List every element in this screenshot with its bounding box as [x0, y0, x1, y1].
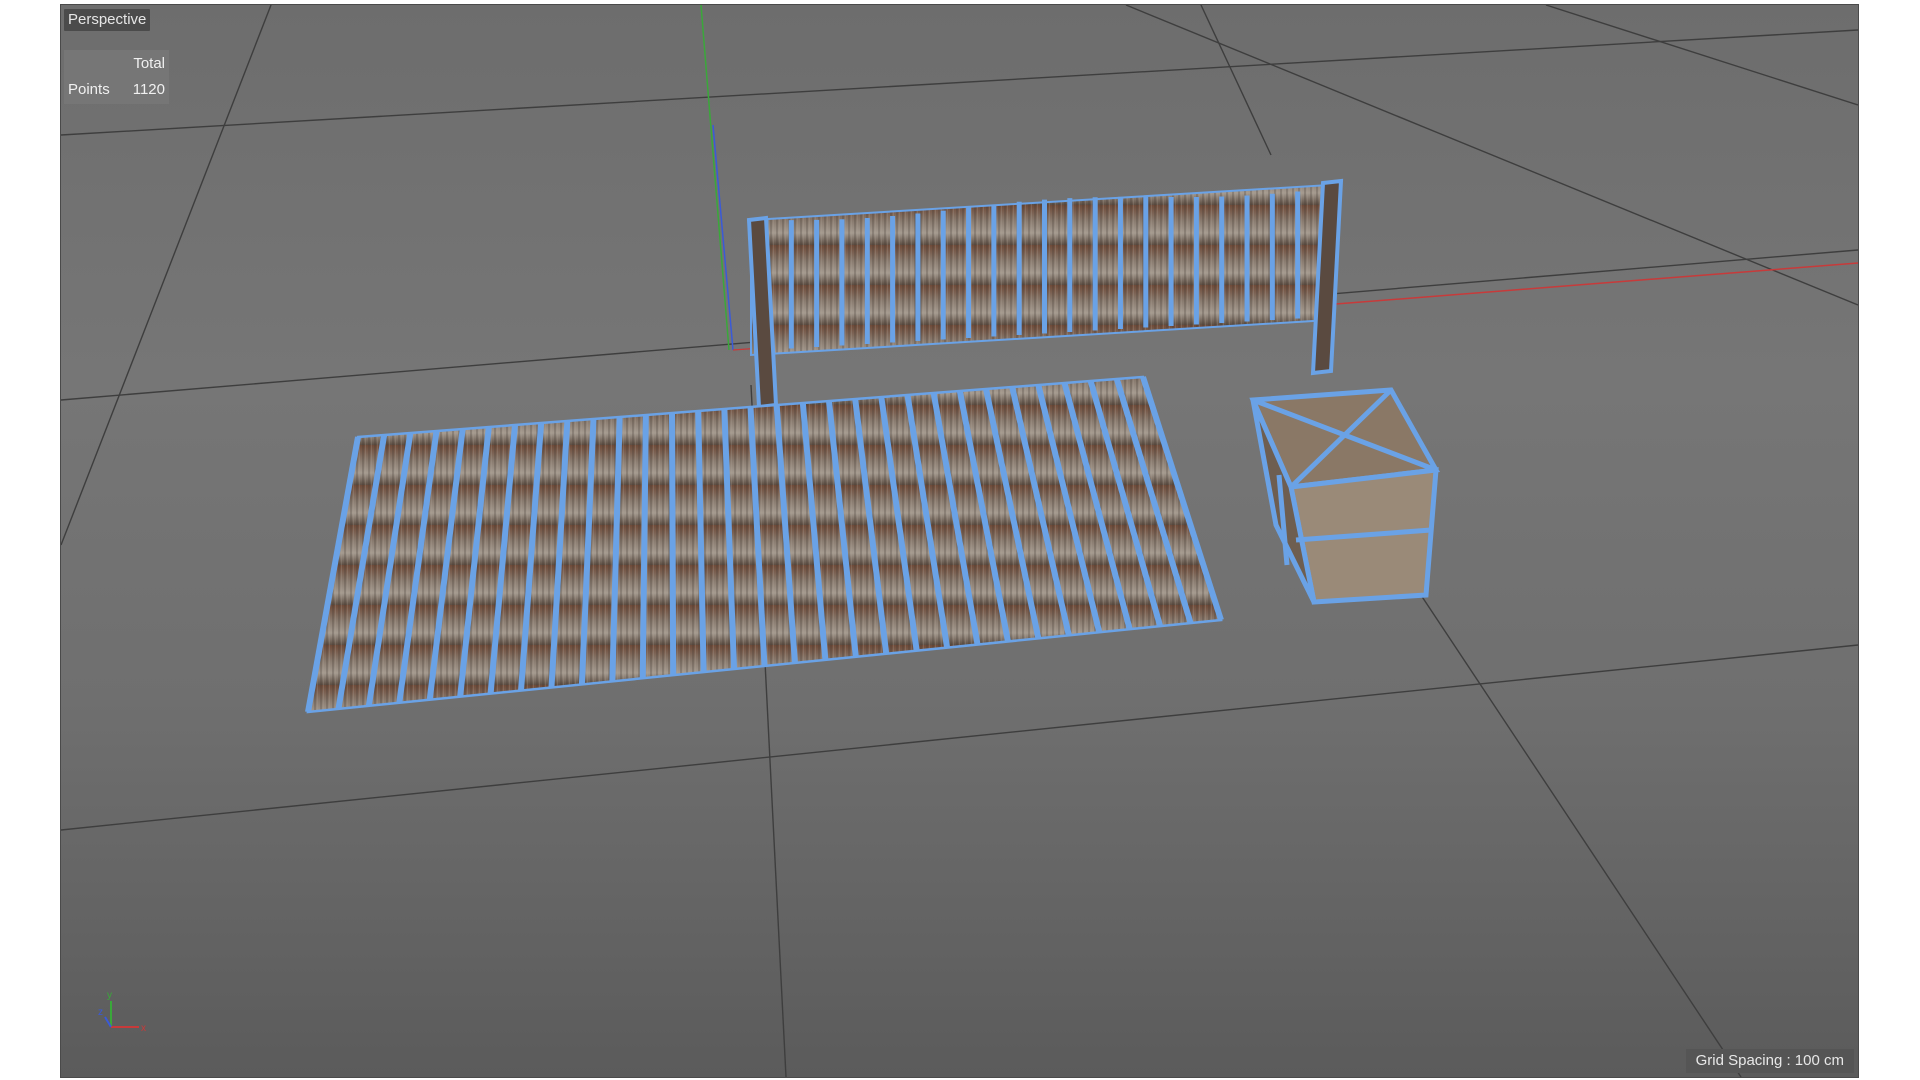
gizmo-x-label: x — [141, 1023, 146, 1034]
gizmo-y-label: y — [107, 990, 112, 1001]
z-axis-line — [712, 124, 734, 351]
crate-object — [1249, 387, 1441, 605]
floor-planks-object — [305, 375, 1224, 714]
stats-points-value: 1120 — [132, 81, 165, 98]
fence-object — [746, 178, 1344, 410]
y-axis-line — [700, 5, 730, 351]
stats-points-label: Points — [68, 81, 110, 98]
perspective-viewport[interactable]: Perspective Total Points 1120 y x z Grid… — [60, 4, 1859, 1078]
scene-canvas[interactable] — [61, 5, 1858, 1077]
x-axis-line — [1322, 262, 1858, 306]
stats-panel: Total Points 1120 — [64, 50, 169, 104]
floor-plank-edge — [639, 414, 649, 679]
stats-column-header: Total — [133, 55, 165, 72]
axis-gizmo-icon: y x z — [98, 990, 146, 1034]
gizmo-z-label: z — [98, 1007, 103, 1018]
view-name-label[interactable]: Perspective — [64, 9, 151, 31]
floor-plank-edge — [669, 412, 677, 676]
grid-spacing-label: Grid Spacing : 100 cm — [1685, 1049, 1854, 1073]
